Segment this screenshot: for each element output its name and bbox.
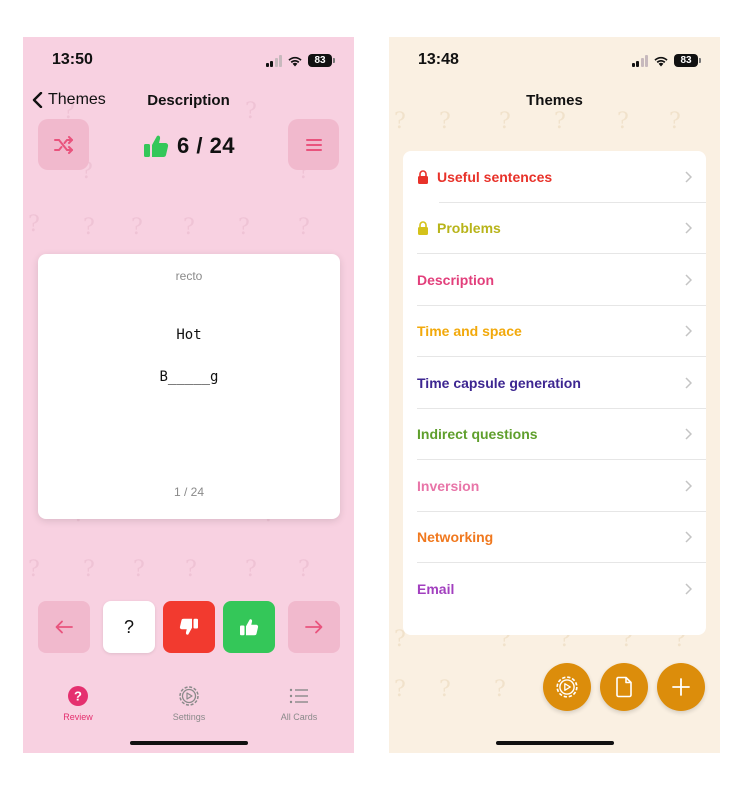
- theme-row-networking[interactable]: Networking: [403, 512, 706, 564]
- signal-icon: [265, 54, 282, 67]
- theme-row-useful-sentences[interactable]: Useful sentences: [403, 151, 706, 203]
- next-card-button[interactable]: [288, 601, 340, 653]
- arrow-right-icon: [305, 620, 323, 634]
- chevron-right-icon: [685, 222, 692, 234]
- theme-label: Indirect questions: [417, 426, 538, 443]
- show-answer-button[interactable]: ?: [103, 601, 155, 653]
- previous-card-button[interactable]: [38, 601, 90, 653]
- tab-all-cards[interactable]: All Cards: [264, 685, 334, 722]
- battery-icon: 83: [674, 54, 701, 67]
- shuffle-icon: [53, 135, 73, 154]
- theme-label: Time capsule generation: [417, 374, 581, 391]
- home-indicator: [129, 741, 248, 745]
- theme-row-time-capsule-generation[interactable]: Time capsule generation: [403, 357, 706, 409]
- tab-label: All Cards: [280, 712, 318, 722]
- document-fab-button[interactable]: [600, 663, 648, 711]
- tab-review[interactable]: ? Review: [43, 685, 113, 722]
- score-text: 6 / 24: [177, 133, 236, 158]
- card-hint: B_____g: [159, 369, 219, 385]
- theme-label: Description: [417, 271, 495, 288]
- card-question: Hot: [176, 327, 202, 343]
- card-counter: 1 / 24: [173, 485, 205, 499]
- status-bar: 13:48 83: [389, 51, 720, 73]
- chevron-right-icon: [685, 325, 692, 337]
- thumbs-up-icon: [144, 135, 169, 157]
- theme-row-description[interactable]: Description: [403, 254, 706, 306]
- wifi-icon: [288, 56, 302, 66]
- chevron-right-icon: [685, 377, 692, 389]
- theme-row-time-and-space[interactable]: Time and space: [403, 306, 706, 358]
- theme-row-email[interactable]: Email: [403, 563, 706, 615]
- signal-icon: [631, 54, 648, 67]
- chevron-right-icon: [685, 428, 692, 440]
- page-title: Description: [147, 92, 230, 109]
- page-title: Themes: [526, 92, 583, 109]
- settings-icon: [556, 676, 578, 698]
- tab-settings[interactable]: Settings: [154, 685, 224, 722]
- thumbs-down-icon: [179, 618, 198, 635]
- card-side-label: recto: [175, 269, 203, 283]
- review-screen: ?? ?? ?? ?? ?? ?? ?? ?? ?? 13:50 83 Them…: [23, 37, 354, 753]
- score: 6 / 24: [143, 133, 253, 159]
- tab-label: Review: [63, 712, 93, 722]
- document-icon: [616, 676, 632, 698]
- themes-list: Useful sentences Problems Description Ti…: [403, 151, 706, 635]
- svg-text:?: ?: [74, 689, 82, 704]
- theme-label: Inversion: [417, 477, 480, 494]
- gear-icon: [179, 686, 199, 706]
- settings-fab-button[interactable]: [543, 663, 591, 711]
- theme-label: Problems: [437, 220, 501, 237]
- add-theme-button[interactable]: [657, 663, 705, 711]
- thumbs-down-button[interactable]: [163, 601, 215, 653]
- status-bar: 13:50 83: [23, 51, 354, 73]
- theme-label: Time and space: [417, 323, 522, 340]
- wifi-icon: [654, 56, 668, 66]
- lock-icon: [418, 170, 428, 184]
- theme-label: Useful sentences: [437, 168, 553, 185]
- theme-row-problems[interactable]: Problems: [403, 203, 706, 255]
- chevron-right-icon: [685, 583, 692, 595]
- arrow-left-icon: [55, 620, 73, 634]
- chevron-right-icon: [685, 480, 692, 492]
- themes-screen: ?? ?? ?? ?? ?? ?? ?? 13:48 83 Themes Use…: [389, 37, 720, 753]
- thumbs-up-button[interactable]: [223, 601, 275, 653]
- status-time: 13:48: [418, 51, 459, 68]
- list-menu-icon: [305, 138, 322, 151]
- list-icon: [289, 688, 308, 704]
- theme-label: Email: [417, 580, 455, 597]
- status-time: 13:50: [52, 51, 93, 68]
- battery-icon: 83: [308, 54, 335, 67]
- lock-icon: [418, 221, 428, 236]
- theme-row-indirect-questions[interactable]: Indirect questions: [403, 409, 706, 461]
- menu-button[interactable]: [288, 119, 339, 170]
- theme-label: Networking: [417, 529, 494, 546]
- plus-icon: [672, 678, 690, 696]
- home-indicator: [495, 741, 614, 745]
- theme-row-inversion[interactable]: Inversion: [403, 460, 706, 512]
- chevron-right-icon: [685, 531, 692, 543]
- chevron-right-icon: [685, 171, 692, 183]
- question-circle-icon: ?: [68, 686, 88, 706]
- shuffle-button[interactable]: [38, 119, 89, 170]
- thumbs-up-icon: [240, 619, 259, 636]
- tab-label: Settings: [172, 712, 206, 722]
- flashcard[interactable]: recto Hot B_____g 1 / 24: [38, 254, 340, 519]
- chevron-right-icon: [685, 274, 692, 286]
